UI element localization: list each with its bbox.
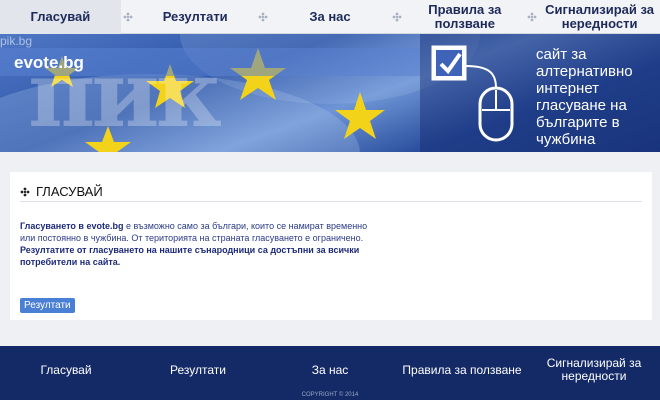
nav-item-rules[interactable]: Правила за ползване — [404, 0, 525, 34]
eu-star-icon — [335, 92, 385, 139]
nav-item-label: Сигнализирай за нередности — [545, 1, 655, 31]
footer-item-results[interactable]: Резултати — [132, 354, 264, 386]
flower-separator-icon — [256, 12, 270, 22]
page-title: ГЛАСУВАЙ — [36, 184, 103, 199]
flower-separator-icon — [390, 12, 404, 22]
intro-results-note: Резултатите от гласуването на нашите сън… — [20, 245, 360, 267]
flower-bullet-icon — [20, 187, 30, 196]
nav-item-label: Резултати — [162, 8, 228, 24]
flower-separator-icon — [525, 12, 539, 22]
nav-item-vote[interactable]: Гласувай — [0, 0, 121, 34]
footer-item-about[interactable]: За нас — [264, 354, 396, 386]
footer-item-vote[interactable]: Гласувай — [0, 354, 132, 386]
nav-item-report[interactable]: Сигнализирай за нередности — [539, 0, 660, 34]
results-button[interactable]: Резултати — [20, 298, 75, 313]
nav-item-label: За нас — [309, 8, 351, 24]
header-banner: пик pik.bg evote.bg сайт за алтернативно… — [0, 34, 660, 152]
footer-nav: Гласувай Резултати За нас Правила за пол… — [0, 354, 660, 386]
site-tagline: сайт за алтернативно интернет гласуване … — [536, 46, 633, 148]
ballot-mouse-icon — [431, 45, 514, 142]
nav-item-about[interactable]: За нас — [270, 0, 391, 34]
main-content: ГЛАСУВАЙ Гласуването в evote.bg е възмож… — [10, 172, 652, 320]
intro-lead: Гласуването в evote.bg — [20, 221, 124, 231]
nav-item-label: Гласувай — [30, 8, 91, 24]
watermark-text: pik.bg — [0, 34, 33, 48]
section-heading: ГЛАСУВАЙ — [20, 182, 642, 202]
nav-item-results[interactable]: Резултати — [135, 0, 256, 34]
intro-paragraph: Гласуването в evote.bg е възможно само з… — [20, 220, 380, 268]
footer-item-report[interactable]: Сигнализирай за нередности — [528, 354, 660, 386]
flower-separator-icon — [121, 12, 135, 22]
footer: Гласувай Резултати За нас Правила за пол… — [0, 346, 660, 400]
top-nav: Гласувай Резултати За нас Правила за пол… — [0, 0, 660, 34]
nav-item-label: Правила за ползване — [428, 1, 502, 31]
copyright-text: COPYRIGHT © 2014 — [301, 392, 359, 398]
site-domain: evote.bg — [14, 53, 84, 72]
footer-item-rules[interactable]: Правила за ползване — [396, 354, 528, 386]
